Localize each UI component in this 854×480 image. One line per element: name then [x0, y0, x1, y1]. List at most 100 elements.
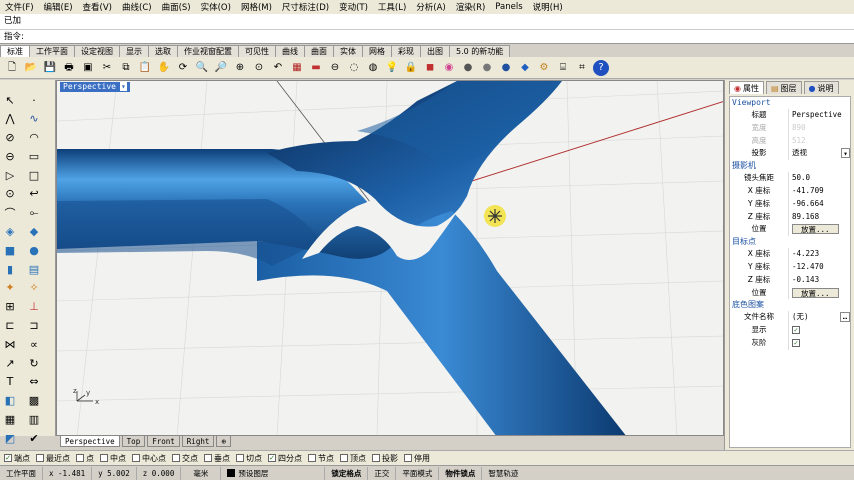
tab-help[interactable]: ● 说明 — [803, 81, 839, 94]
zoom-window-icon[interactable]: 🔎 — [213, 60, 229, 76]
menu-transform[interactable]: 变动(T) — [334, 1, 373, 13]
save-icon[interactable]: 💾 — [42, 60, 58, 76]
hide-icon[interactable]: ◍ — [365, 60, 381, 76]
value-target-x[interactable]: -4.223 — [788, 248, 850, 261]
snap-perp[interactable]: 垂点 — [204, 453, 230, 464]
snap-near[interactable]: 最近点 — [36, 453, 70, 464]
join-icon[interactable]: ⊏ — [2, 318, 18, 334]
check-icon[interactable]: ✔ — [26, 430, 42, 446]
value-target-z[interactable]: -0.143 — [788, 273, 850, 287]
menu-file[interactable]: 文件(F) — [0, 1, 39, 13]
grid-snap-icon[interactable]: ⌗ — [574, 60, 590, 76]
shaded-sphere-icon[interactable]: ● — [479, 60, 495, 76]
perspective-viewport[interactable]: z y x Perspective ▾ — [56, 80, 724, 436]
layer-icon[interactable]: ◼ — [422, 60, 438, 76]
show-wallpaper-checkbox[interactable]: ✓ — [792, 326, 800, 335]
select-icon[interactable]: ⊖ — [327, 60, 343, 76]
value-camera-x[interactable]: -41.709 — [788, 184, 850, 198]
tab-select[interactable]: 选取 — [148, 45, 178, 57]
show-icon[interactable]: ◌ — [346, 60, 362, 76]
extrude-surface-icon[interactable]: ◆ — [26, 224, 42, 240]
status-planar[interactable]: 平面模式 — [396, 466, 440, 480]
status-layer[interactable]: 预设图层 — [221, 466, 326, 480]
tab-cplanes[interactable]: 工作平面 — [29, 45, 75, 57]
new-file-icon[interactable]: 🗋 — [4, 60, 20, 76]
tab-front[interactable]: Front — [147, 436, 180, 447]
surface-corners-icon[interactable]: ◈ — [2, 224, 18, 240]
options-icon[interactable]: ⌸ — [555, 60, 571, 76]
curve-icon[interactable]: ∿ — [26, 111, 42, 127]
rendered-sphere-icon[interactable]: ● — [498, 60, 514, 76]
polyline-icon[interactable]: ⋀ — [2, 111, 18, 127]
sphere-icon[interactable]: ● — [26, 242, 42, 258]
export-icon[interactable]: ▣ — [80, 60, 96, 76]
undo-view-icon[interactable]: ↶ — [270, 60, 286, 76]
status-smarttrack[interactable]: 智慧轨迹 — [482, 467, 524, 480]
tab-visibility[interactable]: 可见性 — [238, 45, 276, 57]
value-focal-length[interactable]: 50.0 — [788, 172, 850, 185]
viewport-menu-arrow-icon[interactable]: ▾ — [119, 82, 127, 91]
snap-intersection[interactable]: 交点 — [172, 453, 198, 464]
menu-analyze[interactable]: 分析(A) — [411, 1, 450, 13]
add-viewport-tab-icon[interactable]: ⊕ — [216, 436, 231, 447]
value-camera-y[interactable]: -96.664 — [788, 197, 850, 211]
box-icon[interactable]: ■ — [2, 242, 18, 258]
trim-icon[interactable]: ⊥ — [26, 299, 42, 315]
paste-icon[interactable]: 📋 — [137, 60, 153, 76]
tab-layout[interactable]: 出图 — [420, 45, 450, 57]
layer-grid-icon[interactable]: ▦ — [2, 412, 18, 428]
camera-place-button[interactable]: 放置... — [792, 224, 839, 235]
tab-mesh[interactable]: 网格 — [362, 45, 392, 57]
tab-perspective[interactable]: Perspective — [60, 436, 120, 447]
status-grid-snap[interactable]: 锁定格点 — [325, 466, 369, 480]
material-icon[interactable]: ◆ — [517, 60, 533, 76]
tab-render[interactable]: 彩现 — [391, 45, 421, 57]
tab-surface[interactable]: 曲面 — [304, 45, 334, 57]
print-icon[interactable]: 🖶 — [61, 60, 77, 76]
menu-view[interactable]: 查看(V) — [78, 1, 117, 13]
menu-panels[interactable]: Panels — [490, 2, 527, 12]
ellipse-icon[interactable]: ⊖ — [2, 148, 18, 164]
snap-knot[interactable]: 节点 — [308, 453, 334, 464]
status-osnap[interactable]: 物件锁点 — [439, 466, 483, 480]
cylinder-icon[interactable]: ▮ — [2, 261, 18, 277]
offset-icon[interactable]: ↩ — [26, 186, 42, 202]
snap-mid[interactable]: 中点 — [100, 453, 126, 464]
split-icon[interactable]: ⊞ — [2, 299, 18, 315]
text-curve-icon[interactable]: ⊙ — [2, 186, 18, 202]
settings-gear-icon[interactable]: ⚙ — [536, 60, 552, 76]
browse-file-button[interactable]: … — [840, 312, 850, 323]
menu-edit[interactable]: 编辑(E) — [39, 1, 78, 13]
menu-help[interactable]: 说明(H) — [528, 1, 568, 13]
open-folder-icon[interactable]: 📂 — [23, 60, 39, 76]
group-icon[interactable]: ⋈ — [2, 336, 18, 352]
tab-properties[interactable]: ◉ 属性 — [729, 81, 764, 94]
square-icon[interactable]: □ — [26, 167, 42, 183]
snap-end[interactable]: ✓ 端点 — [4, 453, 30, 464]
scale-icon[interactable]: ⇔ — [26, 374, 42, 390]
select-arrow-icon[interactable]: ↖ — [2, 92, 18, 108]
boolean-icon[interactable]: ✦ — [2, 280, 18, 296]
tab-display[interactable]: 显示 — [119, 45, 149, 57]
blend-icon[interactable]: ⟜ — [26, 205, 42, 221]
tab-new-in-v5[interactable]: 5.0 的新功能 — [449, 45, 511, 57]
menu-render[interactable]: 渲染(R) — [451, 1, 491, 13]
menu-tools[interactable]: 工具(L) — [373, 1, 411, 13]
projection-select[interactable]: 透视 ▾ — [788, 147, 850, 161]
analyze-icon[interactable]: ◩ — [2, 430, 18, 446]
menu-solid[interactable]: 实体(O) — [196, 1, 236, 13]
status-cplane[interactable]: 工作平面 — [0, 466, 43, 480]
ungroup-icon[interactable]: ∝ — [26, 336, 42, 352]
dimension-icon[interactable]: T — [2, 374, 18, 390]
car-icon[interactable]: ▬ — [308, 60, 324, 76]
move-icon[interactable]: ↗ — [2, 355, 18, 371]
pan-hand-icon[interactable]: ✋ — [156, 60, 172, 76]
circle-icon[interactable]: ⊘ — [2, 130, 18, 146]
tab-curve[interactable]: 曲线 — [275, 45, 305, 57]
menu-dimension[interactable]: 尺寸标注(D) — [277, 1, 334, 13]
value-camera-z[interactable]: 89.168 — [788, 210, 850, 224]
cut-icon[interactable]: ✂ — [99, 60, 115, 76]
copy-icon[interactable]: ⧉ — [118, 60, 134, 76]
polygon-icon[interactable]: ▷ — [2, 167, 18, 183]
render-sphere-icon[interactable]: ● — [460, 60, 476, 76]
